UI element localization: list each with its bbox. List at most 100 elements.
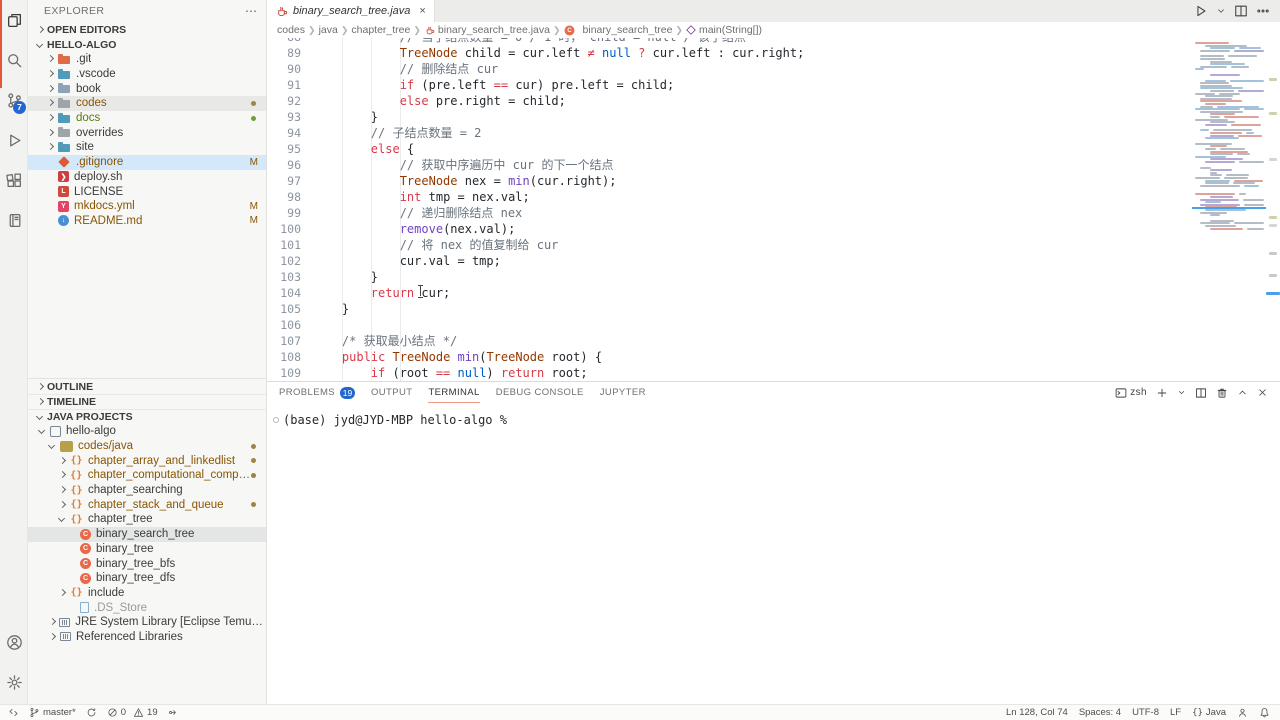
code-line-107[interactable]: 107 /* 获取最小结点 */ [267,333,1192,349]
explorer-item--vscode[interactable]: .vscode [28,67,266,82]
explorer-item-license[interactable]: LLICENSE [28,184,266,199]
java-project-item-binary-tree[interactable]: Cbinary_tree [28,542,266,557]
explorer-actions-icon[interactable]: ⋯ [245,4,258,18]
code-line-97[interactable]: 97 TreeNode nex = min(cur.right); [267,173,1192,189]
code-line-108[interactable]: 108 public TreeNode min(TreeNode root) { [267,349,1192,365]
more-actions-icon[interactable] [1256,4,1270,18]
java-project-item-referenced-libraries[interactable]: Referenced Libraries [28,630,266,645]
terminal-dropdown-chevron-icon[interactable] [1177,388,1186,397]
breadcrumb-item-3[interactable]: chapter_tree [351,24,410,36]
close-panel-icon[interactable] [1257,387,1268,398]
breadcrumb-item-1[interactable]: codes [277,24,305,36]
code-line-93[interactable]: 93 } [267,109,1192,125]
run-dropdown-chevron-icon[interactable] [1216,6,1226,16]
notifications-bell-icon[interactable] [1259,707,1270,718]
code-line-88[interactable]: 88 // 当子结点数量 = 0 / 1 时， child = null / 该… [267,38,1192,45]
activity-item-settings[interactable] [0,662,28,702]
panel-tab-problems[interactable]: PROBLEMS19 [279,382,355,403]
new-terminal-icon[interactable] [1156,387,1168,399]
code-editor[interactable]: 88 // 当子结点数量 = 0 / 1 时， child = null / 该… [267,38,1280,381]
code-line-89[interactable]: 89 TreeNode child = cur.left ≠ null ? cu… [267,45,1192,61]
java-project-item--ds-store[interactable]: .DS_Store [28,600,266,615]
split-terminal-icon[interactable] [1195,387,1207,399]
java-project-item-jre-system-library-eclipse-temurin-17-17-[interactable]: JRE System Library [Eclipse Temurin 17 [… [28,615,266,630]
problems-indicator[interactable]: 0 19 [107,707,158,718]
code-line-99[interactable]: 99 // 递归删除结点 nex [267,205,1192,221]
encoding[interactable]: UTF-8 [1132,707,1159,718]
explorer-item--gitignore[interactable]: .gitignoreM [28,155,266,170]
code-line-109[interactable]: 109 if (root == null) return root; [267,365,1192,381]
breadcrumb-item-2[interactable]: java [319,24,338,36]
panel-tab-output[interactable]: OUTPUT [371,382,412,403]
outline-header[interactable]: OUTLINE [28,379,266,394]
panel-tab-debug-console[interactable]: DEBUG CONSOLE [496,382,584,403]
timeline-header[interactable]: TIMELINE [28,394,266,409]
explorer-item-readme-md[interactable]: ↓README.mdM [28,214,266,229]
activity-item-notebook[interactable] [0,200,28,240]
kill-terminal-icon[interactable] [1216,387,1228,399]
overview-ruler[interactable] [1266,38,1280,381]
explorer-item--git[interactable]: .git [28,52,266,67]
code-line-95[interactable]: 95 else { [267,141,1192,157]
java-project-item-binary-tree-dfs[interactable]: Cbinary_tree_dfs [28,571,266,586]
open-editors-header[interactable]: OPEN EDITORS [28,22,266,37]
terminal-shell-selector[interactable]: zsh [1115,387,1147,399]
breadcrumb-item-4[interactable]: binary_search_tree.java [424,24,550,36]
java-project-item-chapter-searching[interactable]: {}chapter_searching [28,483,266,498]
explorer-item-overrides[interactable]: overrides [28,125,266,140]
code-line-100[interactable]: 100 remove(nex.val); [267,221,1192,237]
java-project-item-hello-algo[interactable]: hello-algo [28,424,266,439]
activity-item-account[interactable] [0,622,28,662]
activity-item-extensions[interactable] [0,160,28,200]
code-line-101[interactable]: 101 // 将 nex 的值复制给 cur [267,237,1192,253]
activity-item-run-debug[interactable] [0,120,28,160]
code-line-98[interactable]: 98 int tmp = nex.val; [267,189,1192,205]
code-line-104[interactable]: 104 return cur; [267,285,1192,301]
maximize-panel-icon[interactable] [1237,387,1248,398]
panel-tab-jupyter[interactable]: JUPYTER [600,382,646,403]
java-project-item-chapter-stack-and-queue[interactable]: {}chapter_stack_and_queue [28,497,266,512]
indentation[interactable]: Spaces: 4 [1079,707,1121,718]
explorer-item-site[interactable]: site [28,140,266,155]
code-line-103[interactable]: 103 } [267,269,1192,285]
cursor-position[interactable]: Ln 128, Col 74 [1006,707,1068,718]
activity-item-explorer[interactable] [0,0,28,40]
explorer-item-codes[interactable]: codes [28,96,266,111]
code-line-105[interactable]: 105 } [267,301,1192,317]
code-line-102[interactable]: 102 cur.val = tmp; [267,253,1192,269]
explorer-item-mkdocs-yml[interactable]: Ymkdocs.ymlM [28,199,266,214]
java-project-item-binary-tree-bfs[interactable]: Cbinary_tree_bfs [28,556,266,571]
java-project-item-chapter-computational-complexity[interactable]: {}chapter_computational_complexity [28,468,266,483]
activity-item-search[interactable] [0,40,28,80]
java-projects-header[interactable]: JAVA PROJECTS [28,409,266,424]
remote-indicator-icon[interactable] [8,707,19,718]
explorer-item-deploy-sh[interactable]: ❯deploy.sh [28,170,266,185]
java-project-item-chapter-tree[interactable]: {}chapter_tree [28,512,266,527]
terminal[interactable]: (base) jyd@JYD-MBP hello-algo % [267,403,1280,427]
workspace-root-header[interactable]: HELLO-ALGO [28,37,266,52]
java-project-item-binary-search-tree[interactable]: Cbinary_search_tree [28,527,266,542]
eol[interactable]: LF [1170,707,1181,718]
code-line-92[interactable]: 92 else pre.right = child; [267,93,1192,109]
close-icon[interactable]: × [419,5,425,17]
java-project-item-include[interactable]: {}include [28,586,266,601]
branch-indicator[interactable]: master* [29,707,76,718]
java-project-item-chapter-array-and-linkedlist[interactable]: {}chapter_array_and_linkedlist [28,453,266,468]
breadcrumb-item-6[interactable]: main(String[]) [686,24,762,36]
breadcrumb-item-5[interactable]: Cbinary_search_tree [564,24,673,36]
activity-item-source-control[interactable]: 7 [0,80,28,120]
explorer-item-docs[interactable]: docs [28,111,266,126]
minimap[interactable] [1192,38,1266,381]
tab-binary-search-tree[interactable]: binary_search_tree.java × [267,0,435,22]
split-editor-icon[interactable] [1234,4,1248,18]
panel-tab-terminal[interactable]: TERMINAL [428,382,479,403]
sync-icon[interactable] [86,707,97,718]
java-project-item-codes-java[interactable]: codes/java [28,439,266,454]
feedback-icon[interactable] [1237,707,1248,718]
explorer-item-book[interactable]: book [28,81,266,96]
code-line-106[interactable]: 106 [267,317,1192,333]
code-line-90[interactable]: 90 // 删除结点 cur [267,61,1192,77]
code-line-91[interactable]: 91 if (pre.left == cur) pre.left = child… [267,77,1192,93]
code-line-94[interactable]: 94 // 子结点数量 = 2 [267,125,1192,141]
language-mode[interactable]: {} Java [1192,707,1226,718]
